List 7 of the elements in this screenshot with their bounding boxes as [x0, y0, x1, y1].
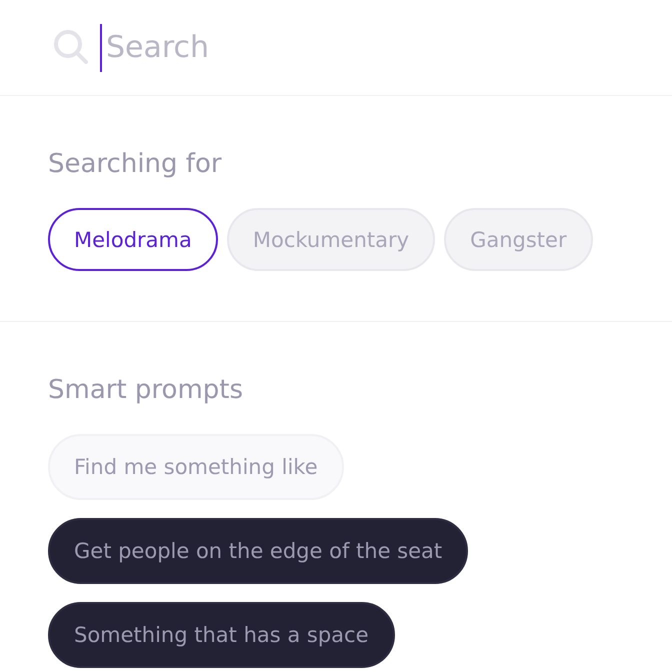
prompt-chip[interactable]: Get people on the edge of the seat: [48, 518, 468, 584]
search-field[interactable]: Search: [106, 30, 406, 65]
search-icon: [52, 28, 90, 66]
genre-chip[interactable]: Melodrama: [48, 208, 218, 271]
section-title: Searching for: [48, 148, 223, 180]
section-title: Smart prompts: [48, 374, 244, 406]
prompt-chip[interactable]: Something that has a space: [48, 602, 395, 668]
